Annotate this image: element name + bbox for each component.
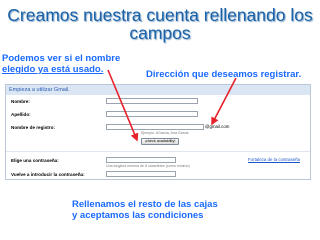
username-hint: Ejemplo: AGarcia, Ana.Garcia bbox=[141, 131, 189, 135]
check-availability-button[interactable]: ¡check availability! bbox=[141, 138, 179, 145]
last-name-input[interactable] bbox=[106, 111, 198, 117]
username-label: Nombre de registro: bbox=[11, 125, 55, 130]
form-header: Empieza a utilizar Gmail. bbox=[6, 85, 310, 95]
fill-remaining-note-line1: Rellenamos el resto de las cajas bbox=[72, 199, 218, 210]
first-name-label: Nombre: bbox=[11, 99, 30, 104]
confirm-password-input[interactable] bbox=[106, 171, 176, 177]
password-hint: Una longitud mínima de 8 caracteres (com… bbox=[106, 164, 190, 168]
password-strength-link[interactable]: Fortaleza de la contraseña bbox=[248, 157, 300, 162]
fill-remaining-note: Rellenamos el resto de las cajas y acept… bbox=[72, 199, 272, 221]
password-label: Elige una contraseña: bbox=[11, 158, 59, 163]
fill-remaining-note-line2: y aceptamos las condiciones bbox=[72, 210, 204, 221]
username-input[interactable] bbox=[106, 124, 204, 130]
username-domain-suffix: @gmail.com bbox=[205, 124, 230, 129]
username-availability-note-line2: elegido ya está usado. bbox=[2, 64, 104, 75]
email-address-note: Dirección que deseamos registrar. bbox=[146, 69, 302, 80]
username-availability-note-line1: Podemos ver si el nombre bbox=[2, 53, 121, 64]
password-input[interactable] bbox=[106, 157, 176, 163]
first-name-input[interactable] bbox=[106, 98, 198, 104]
section-divider bbox=[6, 151, 310, 152]
username-availability-note: Podemos ver si el nombre elegido ya está… bbox=[2, 53, 152, 75]
slide-title: Creamos nuestra cuenta rellenando los ca… bbox=[7, 5, 313, 43]
last-name-label: Apellido: bbox=[11, 112, 31, 117]
gmail-signup-form-screenshot: Empieza a utilizar Gmail. Nombre: Apelli… bbox=[5, 84, 311, 180]
confirm-password-label: Vuelve a introducir la contraseña: bbox=[11, 172, 85, 177]
